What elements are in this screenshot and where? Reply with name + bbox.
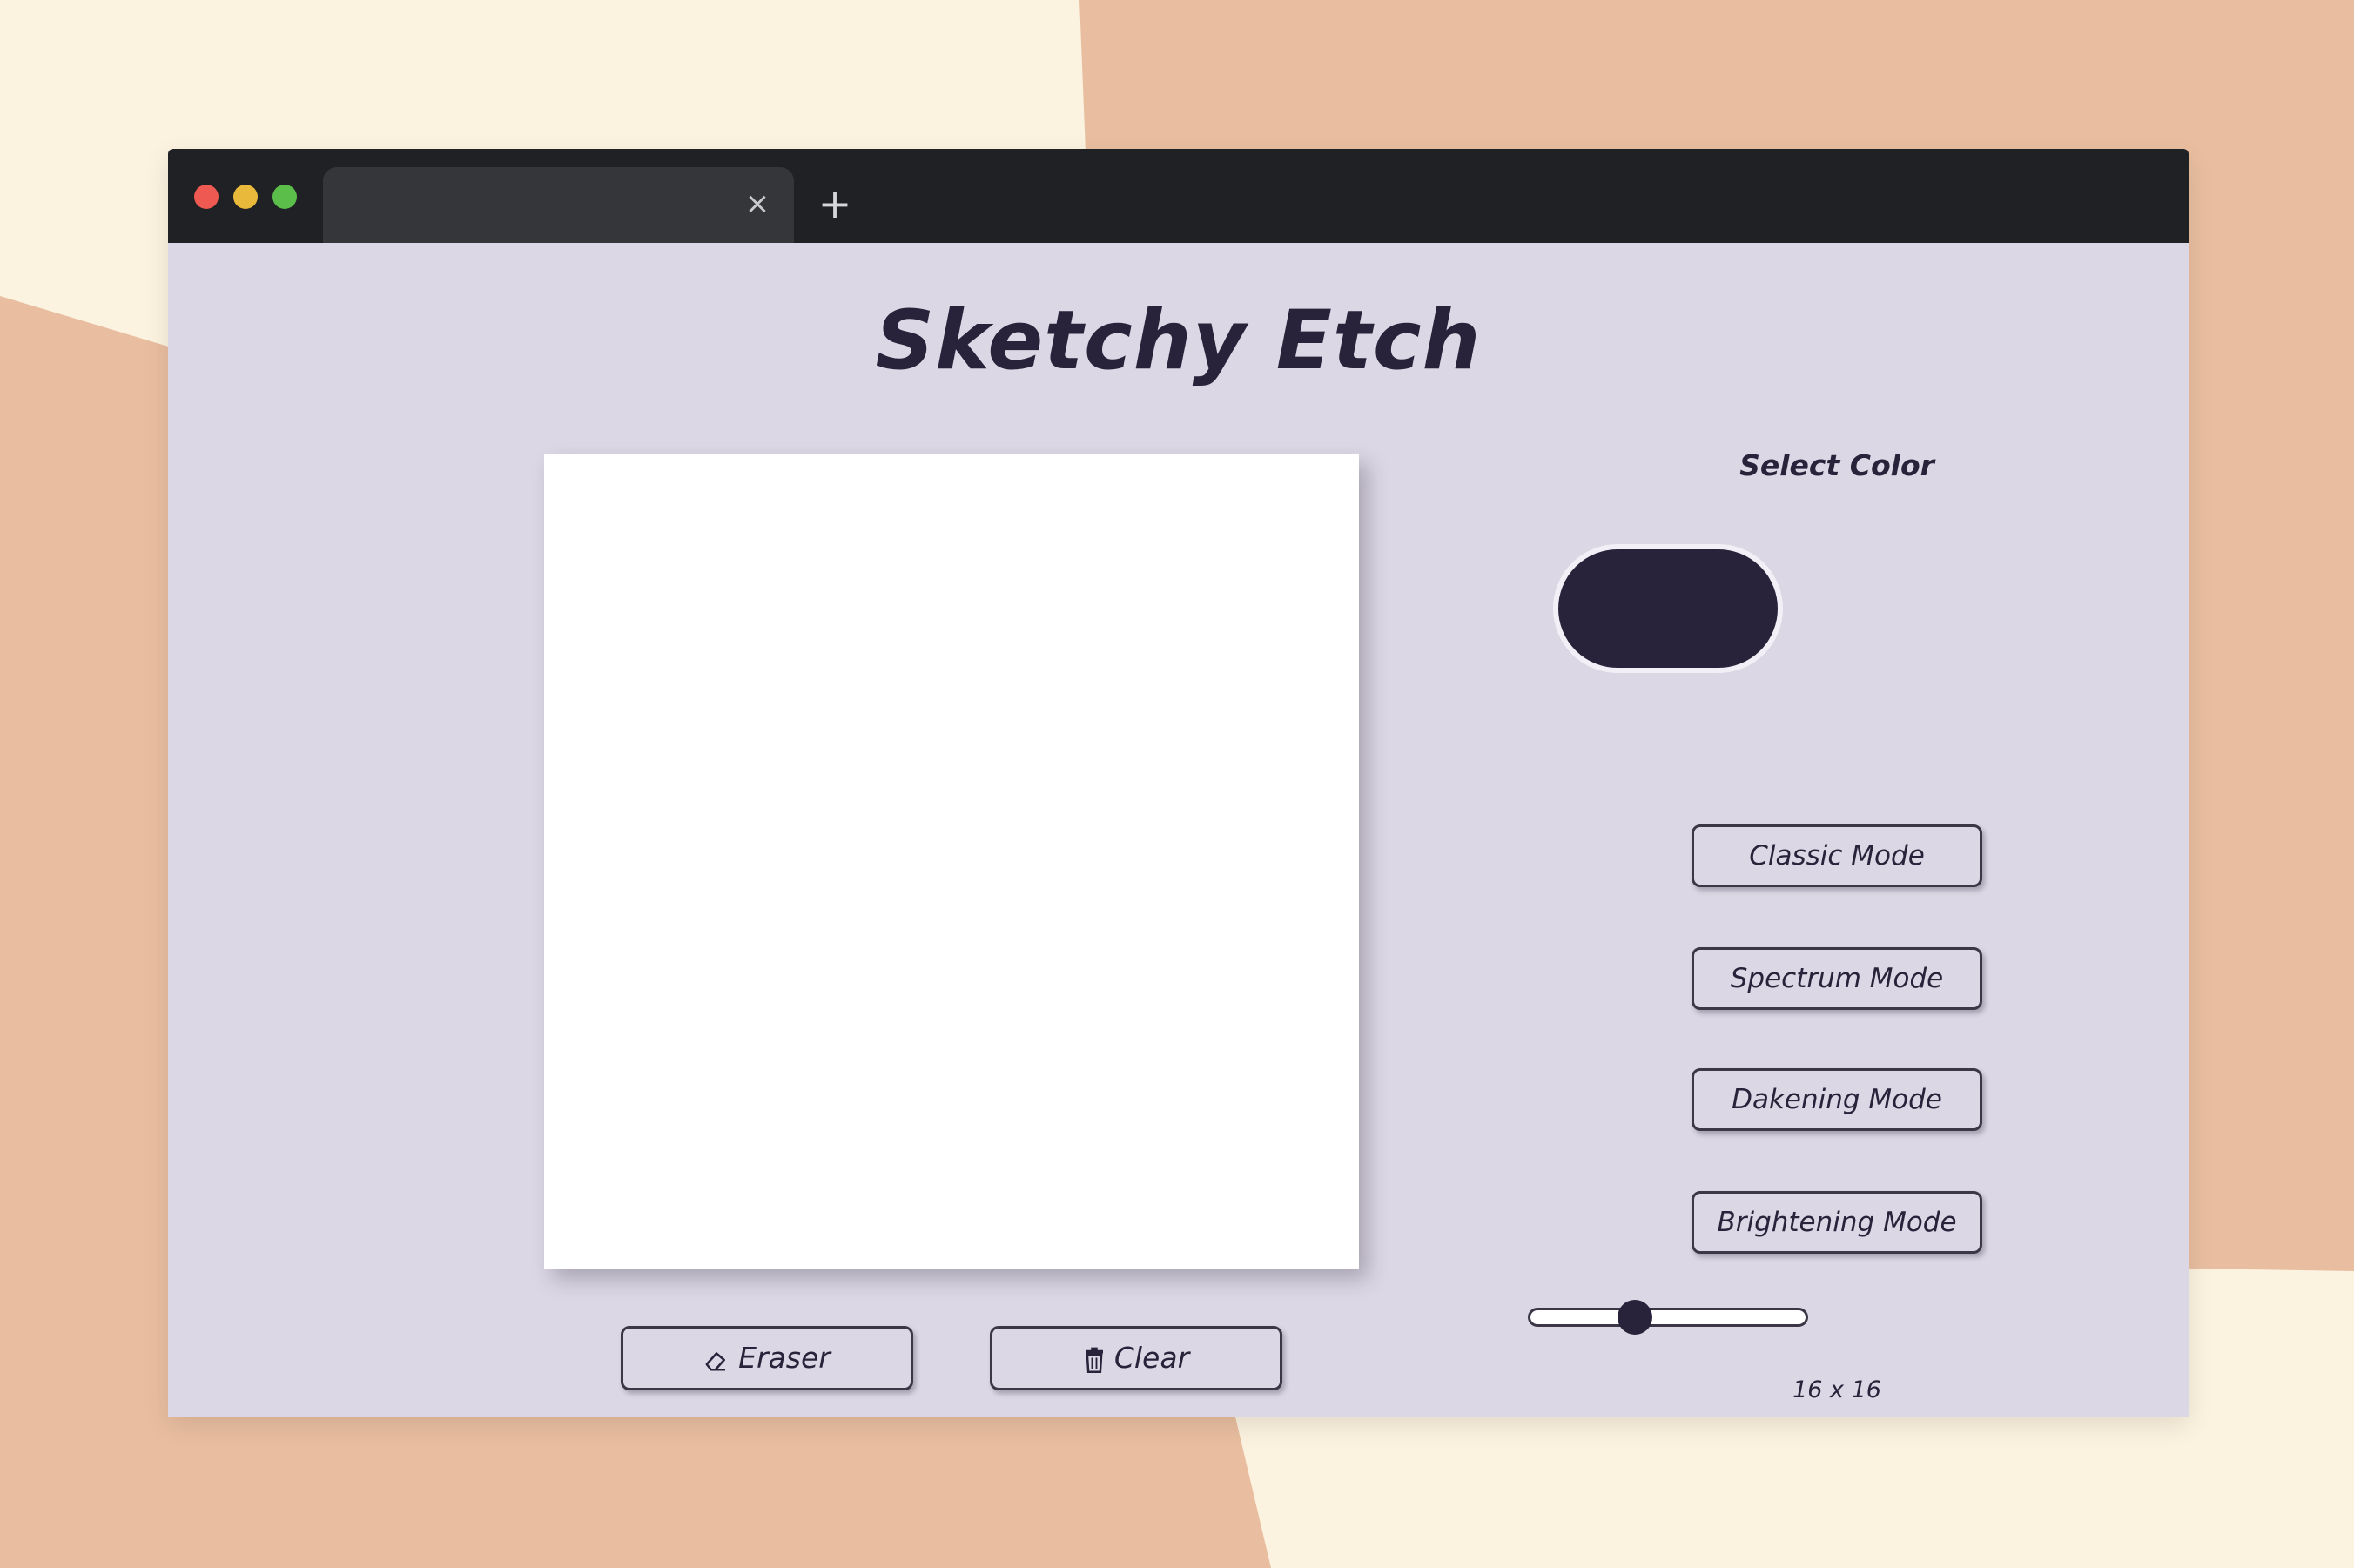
slider-track[interactable] <box>1528 1308 1808 1327</box>
close-window-button[interactable] <box>194 185 219 209</box>
spectrum-mode-button[interactable]: Spectrum Mode <box>1692 947 1982 1010</box>
browser-titlebar: × + <box>168 149 2189 243</box>
classic-mode-button[interactable]: Classic Mode <box>1692 824 1982 887</box>
eraser-icon <box>703 1347 730 1373</box>
sketch-canvas[interactable] <box>544 454 1359 1269</box>
clear-button[interactable]: Clear <box>990 1326 1282 1390</box>
slider-thumb[interactable] <box>1617 1300 1652 1335</box>
brightening-mode-button[interactable]: Brightening Mode <box>1692 1191 1982 1254</box>
browser-tab[interactable]: × <box>323 167 794 243</box>
page-title: Sketchy Etch <box>875 293 1482 388</box>
maximize-window-button[interactable] <box>272 185 297 209</box>
grid-size-label: 16 x 16 <box>1792 1376 1881 1403</box>
select-color-label: Select Color <box>1739 448 1934 482</box>
browser-window: × + Sketchy Etch Eraser Clear Select Col… <box>168 149 2189 1417</box>
clear-label: Clear <box>1113 1341 1190 1375</box>
grid-size-slider[interactable] <box>1528 1300 1808 1335</box>
new-tab-button[interactable]: + <box>813 182 857 225</box>
color-picker[interactable] <box>1553 544 1783 673</box>
close-tab-icon[interactable]: × <box>740 186 775 221</box>
trash-icon <box>1083 1347 1106 1373</box>
eraser-button[interactable]: Eraser <box>621 1326 913 1390</box>
darkening-mode-button[interactable]: Dakening Mode <box>1692 1068 1982 1131</box>
eraser-label: Eraser <box>738 1341 831 1375</box>
page-content: Sketchy Etch Eraser Clear Select Color C… <box>168 243 2189 1417</box>
minimize-window-button[interactable] <box>233 185 258 209</box>
